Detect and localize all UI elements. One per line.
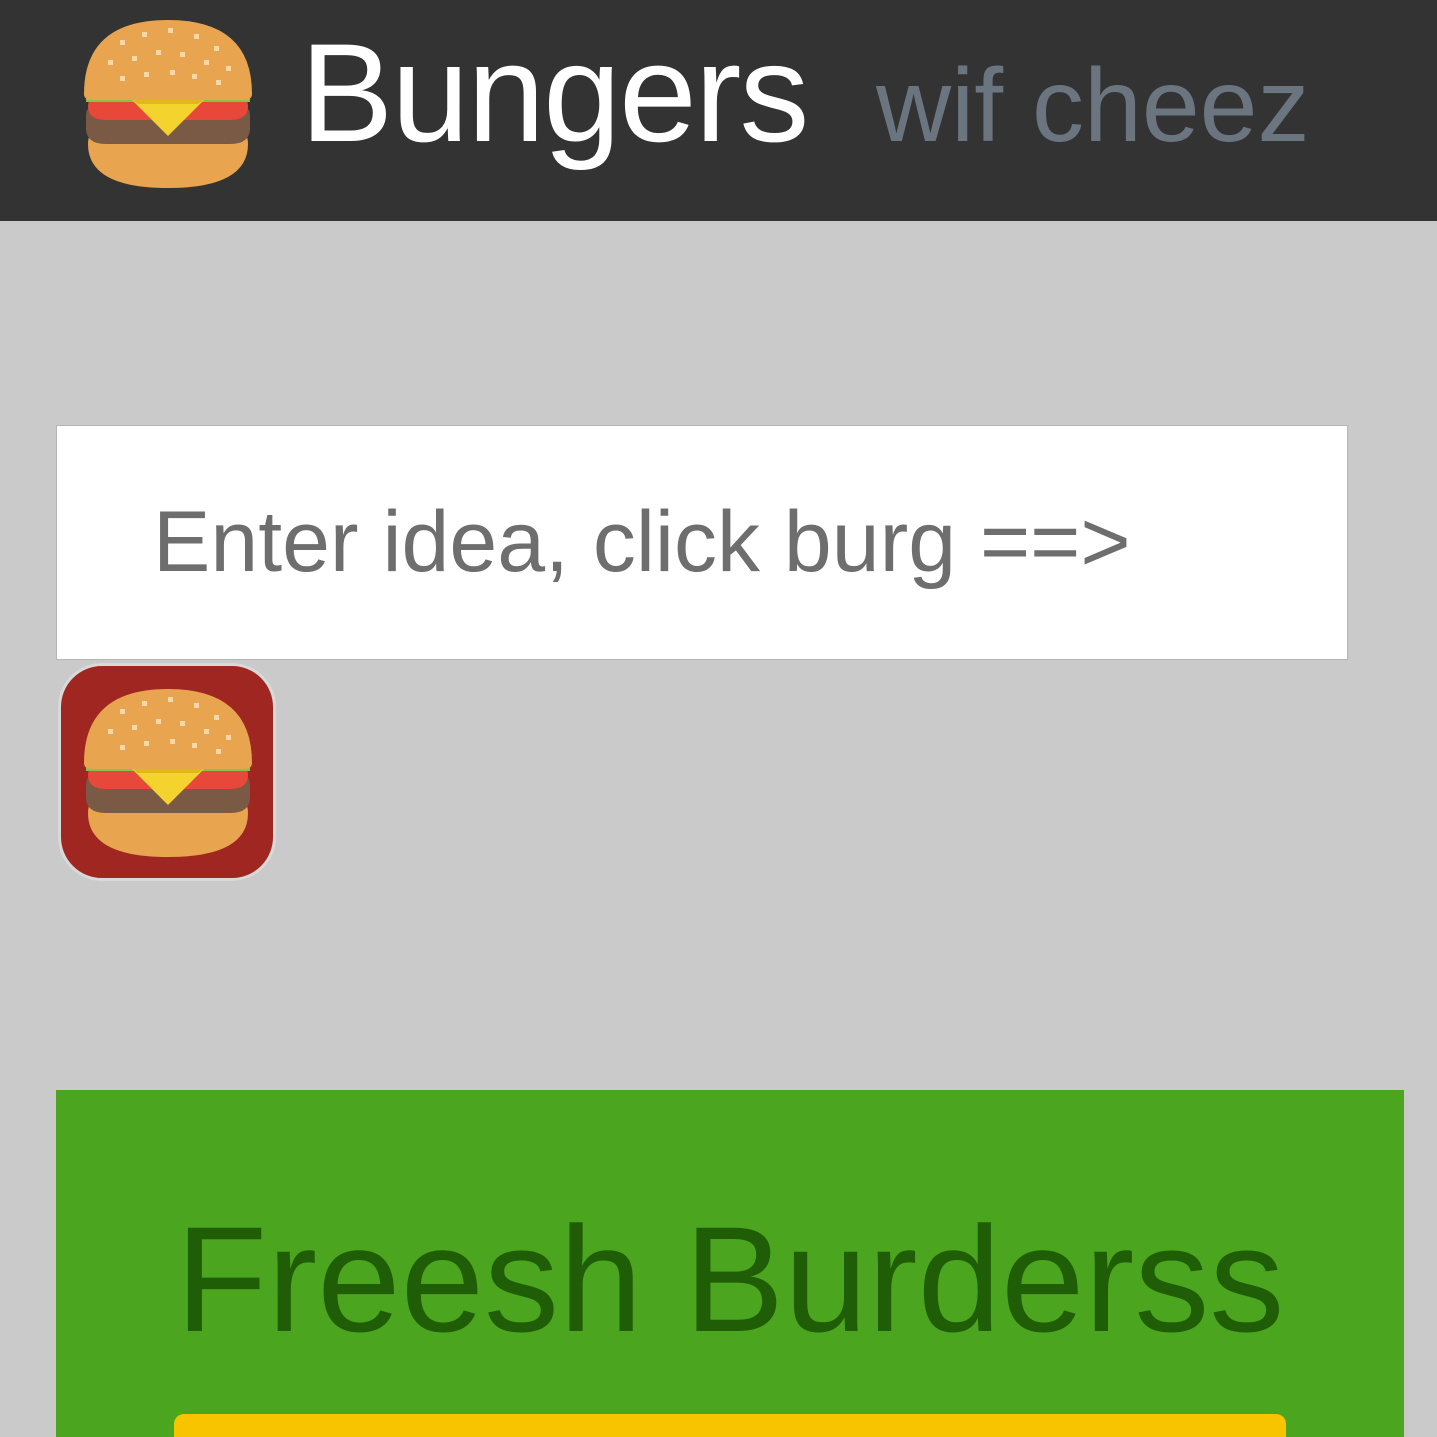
app-subtitle: wif cheez: [876, 48, 1310, 164]
burg-submit-button[interactable]: [58, 663, 276, 881]
app-title: Bungers: [300, 14, 809, 171]
fresh-burgers-title: Freesh Burderss: [175, 1195, 1285, 1363]
hamburger-icon: [78, 16, 258, 192]
fresh-burgers-item-card[interactable]: [174, 1414, 1286, 1437]
idea-input[interactable]: [56, 425, 1348, 660]
fresh-burgers-panel: Freesh Burderss: [56, 1090, 1404, 1437]
app-header: Bungers wif cheez: [0, 0, 1437, 221]
